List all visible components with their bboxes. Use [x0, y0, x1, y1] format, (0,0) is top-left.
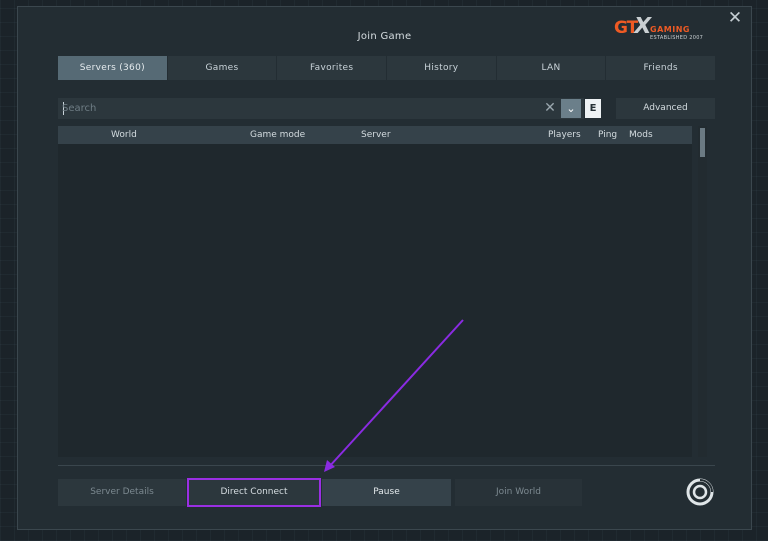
column-header-players[interactable]: Players: [548, 130, 581, 140]
pause-button[interactable]: Pause: [322, 479, 451, 506]
tab-friends[interactable]: Friends: [606, 56, 716, 80]
logo-established-text: ESTABLISHED 2007: [650, 35, 704, 41]
join-world-button[interactable]: Join World: [455, 479, 582, 506]
column-header-server[interactable]: Server: [361, 130, 391, 140]
scrollbar-thumb[interactable]: [700, 128, 705, 157]
tab-favorites[interactable]: Favorites: [277, 56, 387, 80]
scrollbar[interactable]: [698, 126, 707, 457]
column-header-ping[interactable]: Ping: [598, 130, 617, 140]
advanced-button[interactable]: Advanced: [616, 98, 715, 119]
column-header-mods[interactable]: Mods: [629, 130, 653, 140]
divider: [58, 465, 715, 466]
filter-e-icon[interactable]: E: [585, 99, 601, 118]
logo-gaming-text: GAMING: [650, 25, 690, 34]
search-box: [58, 98, 584, 119]
column-header-world[interactable]: World: [111, 130, 137, 140]
table-header: World Game mode Server Players Ping Mods: [58, 126, 692, 144]
direct-connect-button[interactable]: Direct Connect: [187, 478, 321, 507]
search-input[interactable]: [62, 100, 532, 117]
clear-search-icon[interactable]: ✕: [543, 101, 557, 115]
tab-lan[interactable]: LAN: [496, 56, 606, 80]
tab-bar: Servers (360) Games Favorites History LA…: [58, 56, 716, 80]
tab-servers[interactable]: Servers (360): [58, 56, 167, 80]
close-icon[interactable]: ✕: [726, 9, 744, 27]
column-header-game-mode[interactable]: Game mode: [250, 130, 305, 140]
join-game-dialog: Join Game GT X GAMING ESTABLISHED 2007 S…: [17, 6, 752, 530]
server-details-button[interactable]: Server Details: [58, 479, 186, 506]
tab-history[interactable]: History: [387, 56, 496, 80]
chevron-down-icon[interactable]: ⌄: [561, 99, 581, 118]
server-list-table: World Game mode Server Players Ping Mods: [58, 126, 692, 457]
emblem-icon: [686, 478, 714, 506]
gtx-gaming-logo: GT X GAMING ESTABLISHED 2007: [614, 14, 714, 46]
tab-games[interactable]: Games: [167, 56, 277, 80]
